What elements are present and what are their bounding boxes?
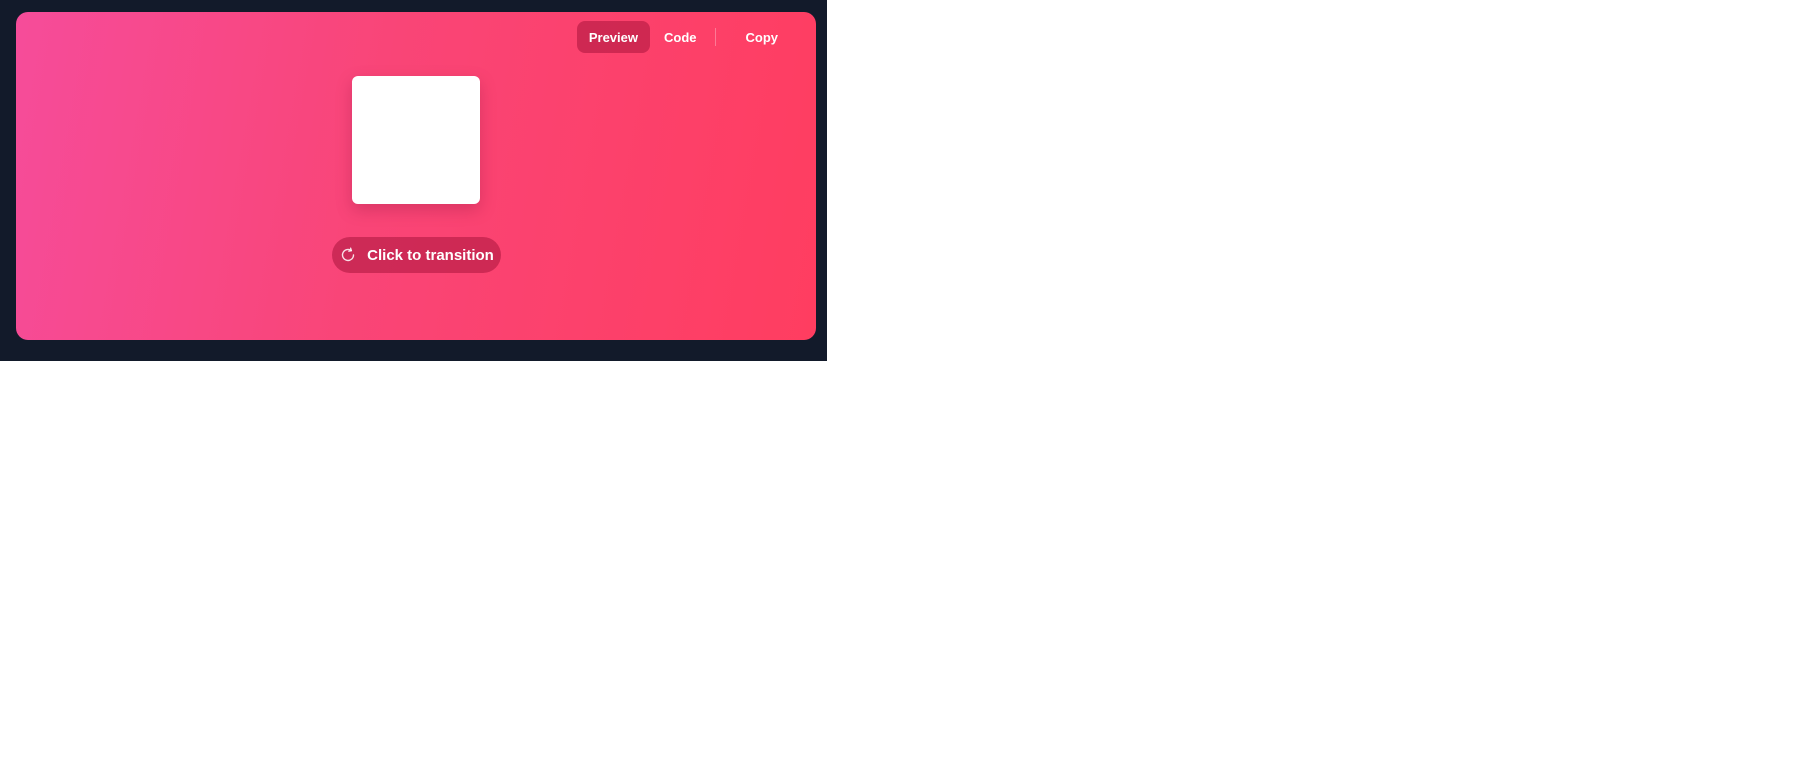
copy-button[interactable]: Copy	[726, 21, 799, 53]
code-tab[interactable]: Code	[652, 21, 709, 53]
click-to-transition-button[interactable]: Click to transition	[332, 237, 501, 273]
refresh-icon	[339, 246, 357, 264]
transition-button-label: Click to transition	[367, 246, 494, 264]
toolbar-divider	[714, 28, 716, 46]
preview-tab[interactable]: Preview	[576, 21, 650, 53]
preview-card: Preview Code Copy Click to transition	[16, 12, 816, 340]
toolbar: Preview Code Copy	[576, 21, 799, 53]
transition-target-box	[352, 76, 480, 204]
app-frame: Preview Code Copy Click to transition	[0, 0, 827, 361]
